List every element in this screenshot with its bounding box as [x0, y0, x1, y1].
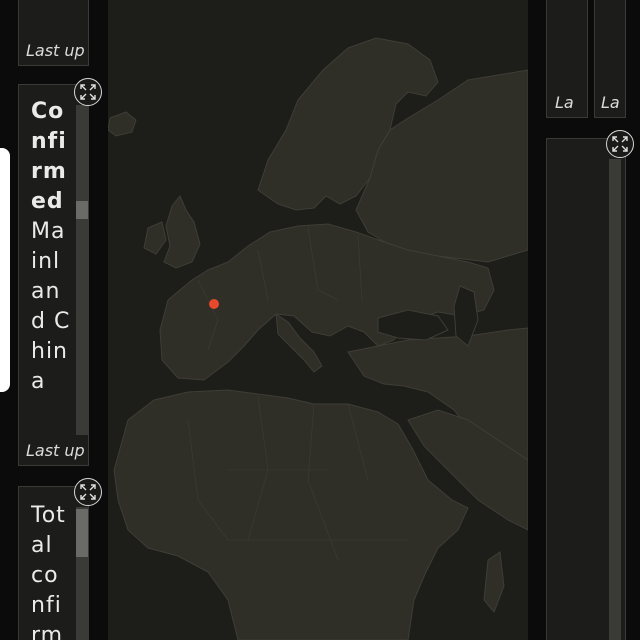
total-scrollbar[interactable] [76, 507, 88, 640]
confirmed-content: Confirmed Mainland China [31, 97, 71, 437]
world-map-europe-africa [108, 0, 528, 640]
expand-arrows-icon [612, 136, 628, 152]
total-scroll-thumb[interactable] [76, 509, 88, 557]
top-left-panel: Last up [18, 0, 89, 66]
side-drawer-handle[interactable] [0, 148, 10, 392]
last-updated-label: Last up [26, 441, 85, 460]
right-panel-b: La [594, 0, 626, 118]
case-marker[interactable] [209, 299, 219, 309]
right-panel-a: La [546, 0, 588, 118]
total-confirmed-title: Total confirmed [31, 503, 66, 640]
confirmed-cases-panel: Confirmed Mainland China Last up [18, 84, 89, 466]
expand-button[interactable] [74, 78, 102, 106]
confirmed-title: Confirmed [31, 99, 67, 214]
right-scrollbar[interactable] [609, 159, 621, 640]
expand-arrows-icon [80, 84, 96, 100]
confirmed-region: Mainland China [31, 219, 71, 394]
expand-button[interactable] [606, 130, 634, 158]
last-updated-label: Last up [26, 41, 85, 60]
expand-arrows-icon [80, 484, 96, 500]
last-updated-label: La [555, 93, 574, 112]
confirmed-scroll-thumb[interactable] [76, 201, 88, 219]
expand-button[interactable] [74, 478, 102, 506]
total-confirmed-panel: Total confirmed [18, 486, 89, 640]
right-tall-panel [546, 138, 626, 640]
map-view[interactable] [108, 0, 528, 640]
last-updated-label: La [601, 93, 620, 112]
confirmed-scrollbar[interactable] [76, 105, 88, 435]
dashboard: Last up Confirmed Mainland China Last up… [0, 0, 640, 640]
